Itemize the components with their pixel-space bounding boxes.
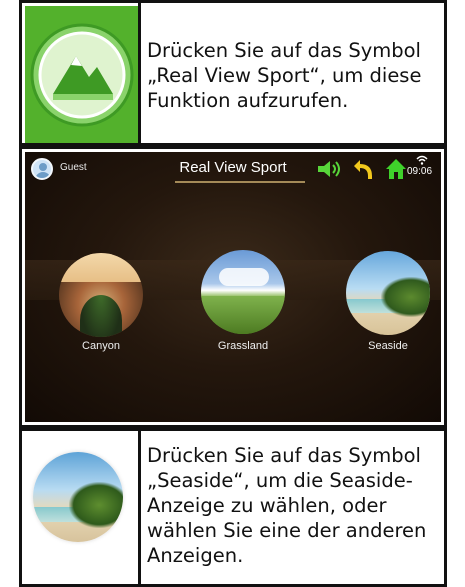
- back-arrow-icon[interactable]: [353, 158, 373, 180]
- screen-title: Real View Sport: [179, 159, 287, 176]
- real-view-sport-screen: Guest Real View Sport 09:06 Canyon Grass…: [25, 152, 441, 422]
- scene-label-canyon: Canyon: [82, 340, 120, 352]
- row3-instruction-line: Drücken Sie auf das Symbol: [147, 444, 421, 467]
- row1-instruction-line: Drücken Sie auf das Symbol: [147, 39, 421, 62]
- grassland-field: [201, 296, 285, 334]
- row3-instruction-line: Anzeige zu wählen, oder: [147, 494, 387, 517]
- row3-instruction-line: Anzeigen.: [147, 544, 244, 567]
- row1-instruction-line: „Real View Sport“, um diese: [147, 64, 422, 87]
- row1-divider: [138, 3, 141, 143]
- grassland-cloud: [219, 268, 269, 286]
- clock: 09:06: [407, 166, 433, 177]
- seaside-scene-thumbnail-large: [33, 452, 123, 542]
- home-icon[interactable]: [385, 158, 407, 180]
- row3-divider: [138, 431, 141, 584]
- seaside-tree: [381, 277, 430, 317]
- instruction-row-screen: Guest Real View Sport 09:06 Canyon Grass…: [19, 146, 447, 428]
- real-view-sport-icon-box: [25, 6, 138, 143]
- real-view-sport-icon: [30, 23, 133, 126]
- instruction-row-seaside: Drücken Sie auf das Symbol „Seaside“, um…: [19, 428, 447, 587]
- row3-instruction: Drücken Sie auf das Symbol „Seaside“, um…: [147, 443, 426, 568]
- grassland-scene-thumbnail[interactable]: [201, 250, 285, 334]
- scene-label-grassland: Grassland: [217, 340, 269, 352]
- canyon-scene-thumbnail[interactable]: [59, 253, 143, 337]
- row1-instruction-line: Funktion aufzurufen.: [147, 89, 349, 112]
- title-underline: [175, 181, 305, 183]
- seaside-scene-thumbnail[interactable]: [346, 251, 430, 335]
- canyon-sky: [59, 253, 143, 283]
- row3-instruction-line: wählen Sie eine der anderen: [147, 519, 427, 542]
- row3-instruction-line: „Seaside“, um die Seaside-: [147, 469, 413, 492]
- scene-label-seaside: Seaside: [368, 340, 408, 352]
- seaside-tree: [69, 482, 123, 528]
- instruction-row-real-view-sport: Drücken Sie auf das Symbol „Real View Sp…: [19, 0, 447, 146]
- speaker-icon[interactable]: [316, 159, 342, 179]
- canyon-valley: [80, 295, 122, 337]
- wifi-icon: [416, 155, 428, 165]
- top-bar: Guest Real View Sport 09:06: [25, 152, 441, 186]
- row1-instruction: Drücken Sie auf das Symbol „Real View Sp…: [147, 38, 421, 113]
